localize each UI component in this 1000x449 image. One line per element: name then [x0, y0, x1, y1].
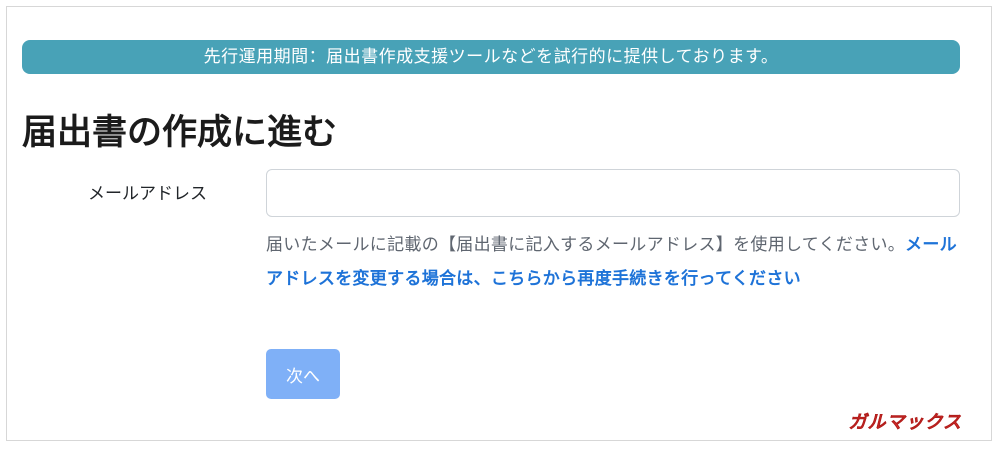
notice-banner: 先行運用期間：届出書作成支援ツールなどを試行的に提供しております。 [22, 40, 960, 74]
help-text: 届いたメールに記載の【届出書に記入するメールアドレス】を使用してください。メール… [266, 228, 962, 296]
help-text-body: 届いたメールに記載の【届出書に記入するメールアドレス】を使用してください。 [266, 235, 906, 255]
watermark-logo: ガルマックス [848, 412, 962, 433]
email-field[interactable] [266, 169, 960, 217]
notice-text: 先行運用期間：届出書作成支援ツールなどを試行的に提供しております。 [203, 47, 779, 67]
email-label: メールアドレス [88, 184, 207, 204]
next-button[interactable]: 次へ [266, 349, 340, 399]
page-title: 届出書の作成に進む [22, 113, 338, 153]
